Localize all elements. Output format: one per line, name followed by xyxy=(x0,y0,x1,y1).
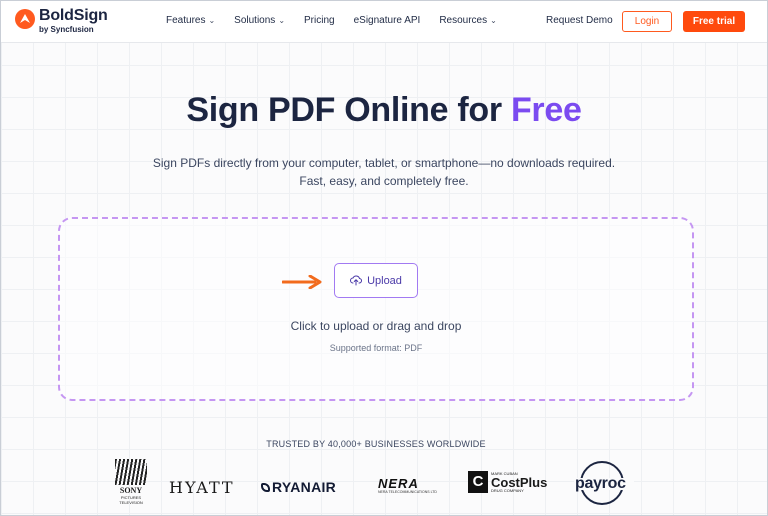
chevron-down-icon: ⌄ xyxy=(490,16,497,25)
nav-item-solutions[interactable]: Solutions ⌄ xyxy=(234,15,285,26)
logo-name: BoldSign xyxy=(39,7,108,24)
customer-logos: SONY PICTURES TELEVISION HYATT RYANAIR N… xyxy=(1,459,767,509)
nav-item-features[interactable]: Features ⌄ xyxy=(166,15,215,26)
costplus-logo-icon: C xyxy=(468,471,488,493)
cloud-upload-icon xyxy=(350,275,363,286)
ryanair-logo-text: RYANAIR xyxy=(272,479,337,495)
ryanair-harp-icon xyxy=(261,483,270,492)
free-trial-button[interactable]: Free trial xyxy=(683,11,745,32)
login-button[interactable]: Login xyxy=(622,11,672,32)
dropzone-instruction: Click to upload or drag and drop xyxy=(290,319,462,333)
chevron-down-icon: ⌄ xyxy=(278,16,286,25)
payroc-logo-text: payroc xyxy=(575,475,626,492)
hyatt-logo: HYATT xyxy=(169,478,235,497)
costplus-logo-text: CostPlus xyxy=(491,474,548,490)
sony-logo-text: SONY xyxy=(119,486,143,495)
nera-logo: NERA NERA TELECOMMUNICATIONS LTD xyxy=(378,477,446,495)
nav-item-label: Features xyxy=(166,15,206,26)
logo-subtitle: by Syncfusion xyxy=(39,25,94,34)
nav-item-label: eSignature API xyxy=(353,15,421,26)
supported-format-text: Supported format: PDF xyxy=(329,343,423,353)
title-accent: Free xyxy=(510,91,582,129)
payroc-logo: payroc xyxy=(574,461,634,507)
nav-item-label: Pricing xyxy=(304,15,335,26)
site-header: BoldSign by Syncfusion Features ⌄ Soluti… xyxy=(1,1,767,43)
sony-logo-text: TELEVISION xyxy=(119,500,143,505)
page-subtitle: Sign PDFs directly from your computer, t… xyxy=(1,154,767,190)
page-title: Sign PDF Online for Free xyxy=(1,91,767,130)
subtitle-line: Sign PDFs directly from your computer, t… xyxy=(152,156,616,170)
nera-logo-text: NERA xyxy=(378,476,419,491)
upload-button-label: Upload xyxy=(367,274,402,287)
sony-pictures-logo: SONY PICTURES TELEVISION xyxy=(113,459,149,509)
arrow-right-icon xyxy=(281,274,324,294)
nav-item-esignature-api[interactable]: eSignature API xyxy=(354,15,421,26)
request-demo-link[interactable]: Request Demo xyxy=(546,15,613,26)
title-main: Sign PDF Online for xyxy=(186,91,511,129)
nav-item-resources[interactable]: Resources ⌄ xyxy=(439,15,497,26)
page-frame: BoldSign by Syncfusion Features ⌄ Soluti… xyxy=(0,0,768,516)
ryanair-logo: RYANAIR xyxy=(261,479,336,495)
nav-item-pricing[interactable]: Pricing xyxy=(304,15,335,26)
nav-item-label: Resources xyxy=(439,15,488,26)
subtitle-line: Fast, easy, and completely free. xyxy=(299,174,469,188)
chevron-down-icon: ⌄ xyxy=(208,16,216,25)
main-nav: Features ⌄ Solutions ⌄ Pricing eSignatur… xyxy=(166,15,516,26)
trusted-heading: TRUSTED BY 40,000+ BUSINESSES WORLDWIDE xyxy=(266,439,486,449)
costplus-logo: C MARK CUBAN CostPlus DRUG COMPANY xyxy=(468,471,547,493)
boldsign-logo[interactable]: BoldSign by Syncfusion xyxy=(15,8,108,34)
nera-logo-subtext: NERA TELECOMMUNICATIONS LTD xyxy=(378,490,437,494)
upload-dropzone[interactable] xyxy=(58,217,694,401)
sony-logo-mark xyxy=(115,459,147,485)
upload-button[interactable]: Upload xyxy=(334,263,418,298)
nav-item-label: Solutions xyxy=(234,15,276,26)
boldsign-logo-icon xyxy=(15,9,35,29)
